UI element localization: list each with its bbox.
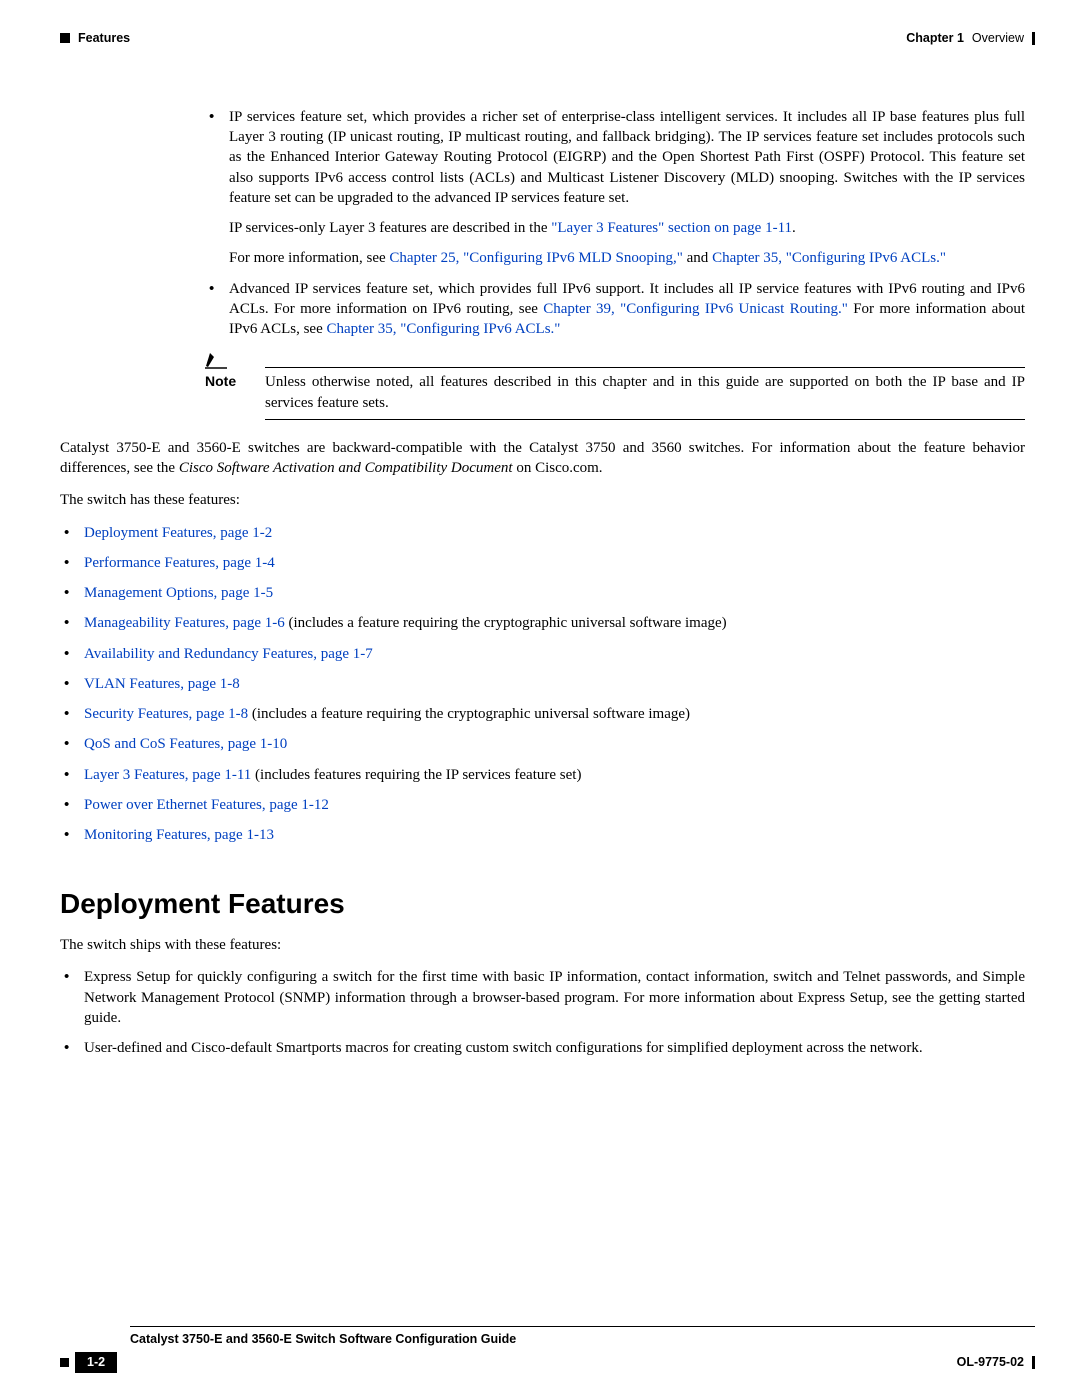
section-heading: Deployment Features <box>60 885 1035 923</box>
feature-link[interactable]: Security Features, page 1-8 <box>84 706 248 722</box>
text-run: For more information, see <box>229 250 389 266</box>
list-item: VLAN Features, page 1-8 <box>60 674 1025 694</box>
list-item: Deployment Features, page 1-2 <box>60 523 1025 543</box>
divider <box>265 367 1025 368</box>
bullet-text: IP services feature set, which provides … <box>229 109 1025 206</box>
list-item: Express Setup for quickly configuring a … <box>60 967 1025 1028</box>
list-item: IP services feature set, which provides … <box>205 107 1025 269</box>
page-footer: Catalyst 3750-E and 3560-E Switch Softwa… <box>60 1326 1035 1373</box>
footer-bar-icon <box>1032 1356 1035 1369</box>
text-run: (includes features requiring the IP serv… <box>251 767 581 783</box>
note-label: Note <box>205 372 265 413</box>
cross-ref-link[interactable]: Chapter 35, "Configuring IPv6 ACLs." <box>712 250 946 266</box>
page-header: Features Chapter 1 Overview <box>60 30 1035 47</box>
doc-title-italic: Cisco Software Activation and Compatibil… <box>179 460 513 476</box>
cross-ref-link[interactable]: "Layer 3 Features" section on page 1-11 <box>551 220 792 236</box>
feature-link[interactable]: Monitoring Features, page 1-13 <box>84 827 274 843</box>
note-text: Unless otherwise noted, all features des… <box>265 372 1025 413</box>
list-item: Security Features, page 1-8 (includes a … <box>60 704 1025 724</box>
note-block: Note Unless otherwise noted, all feature… <box>205 349 1025 420</box>
feature-link[interactable]: Layer 3 Features, page 1-11 <box>84 767 251 783</box>
header-chapter-num: Chapter 1 <box>906 30 964 47</box>
list-item: Manageability Features, page 1-6 (includ… <box>60 613 1025 633</box>
text-run: (includes a feature requiring the crypto… <box>248 706 690 722</box>
list-item: Layer 3 Features, page 1-11 (includes fe… <box>60 765 1025 785</box>
paragraph: Catalyst 3750-E and 3560-E switches are … <box>60 438 1025 479</box>
text-run: and <box>683 250 712 266</box>
feature-link[interactable]: Power over Ethernet Features, page 1-12 <box>84 797 329 813</box>
feature-link[interactable]: Availability and Redundancy Features, pa… <box>84 646 373 662</box>
page-number: 1-2 <box>75 1352 117 1373</box>
list-item: Monitoring Features, page 1-13 <box>60 825 1025 845</box>
text-run: (includes a feature requiring the crypto… <box>285 615 727 631</box>
list-item: Availability and Redundancy Features, pa… <box>60 644 1025 664</box>
text-run: IP services-only Layer 3 features are de… <box>229 220 551 236</box>
divider <box>265 419 1025 420</box>
list-intro: The switch has these features: <box>60 490 1025 510</box>
list-item: Power over Ethernet Features, page 1-12 <box>60 795 1025 815</box>
header-chapter-title: Overview <box>972 30 1024 47</box>
list-item: Advanced IP services feature set, which … <box>205 279 1025 340</box>
pencil-icon <box>203 349 1025 369</box>
feature-link[interactable]: Performance Features, page 1-4 <box>84 555 275 571</box>
footer-marker-icon <box>60 1358 69 1367</box>
main-content: IP services feature set, which provides … <box>205 107 1025 846</box>
deploy-intro: The switch ships with these features: <box>60 935 1025 955</box>
feature-link[interactable]: QoS and CoS Features, page 1-10 <box>84 736 287 752</box>
feature-link[interactable]: VLAN Features, page 1-8 <box>84 676 240 692</box>
list-item: User-defined and Cisco-default Smartport… <box>60 1038 1025 1058</box>
divider <box>130 1326 1035 1327</box>
list-item: Management Options, page 1-5 <box>60 583 1025 603</box>
text-run: . <box>792 220 796 236</box>
list-item: QoS and CoS Features, page 1-10 <box>60 734 1025 754</box>
header-marker-icon <box>60 33 70 43</box>
text-run: on Cisco.com. <box>513 460 603 476</box>
footer-guide-title: Catalyst 3750-E and 3560-E Switch Softwa… <box>130 1331 1035 1348</box>
feature-link[interactable]: Manageability Features, page 1-6 <box>84 615 285 631</box>
cross-ref-link[interactable]: Chapter 35, "Configuring IPv6 ACLs." <box>327 321 561 337</box>
header-bar-icon <box>1032 32 1035 45</box>
feature-link[interactable]: Deployment Features, page 1-2 <box>84 525 272 541</box>
doc-id: OL-9775-02 <box>957 1354 1024 1371</box>
cross-ref-link[interactable]: Chapter 25, "Configuring IPv6 MLD Snoopi… <box>389 250 683 266</box>
cross-ref-link[interactable]: Chapter 39, "Configuring IPv6 Unicast Ro… <box>543 301 848 317</box>
feature-link[interactable]: Management Options, page 1-5 <box>84 585 273 601</box>
list-item: Performance Features, page 1-4 <box>60 553 1025 573</box>
header-section-label: Features <box>78 30 130 47</box>
